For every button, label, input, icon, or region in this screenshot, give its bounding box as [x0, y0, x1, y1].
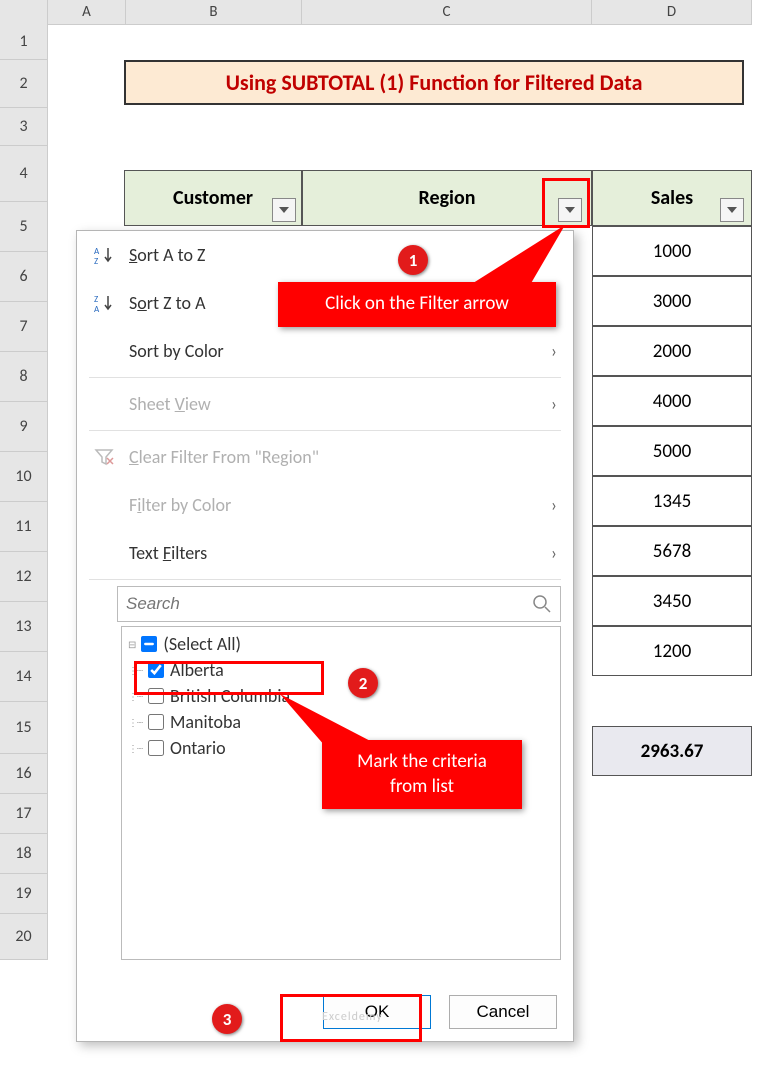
sort-az-label: Sort A to Z [129, 244, 557, 266]
clear-filter-label: Clear Filter From "Region" [129, 446, 557, 468]
text-filters-label: Text Filters [129, 542, 539, 564]
col-header-A[interactable]: A [48, 0, 126, 25]
row-header-6[interactable]: 6 [0, 252, 48, 302]
sheet-view-label: Sheet View [129, 393, 539, 415]
divider [89, 579, 561, 580]
filter-item-label: (Select All) [163, 633, 241, 655]
svg-text:Z: Z [94, 256, 98, 265]
filter-search[interactable] [117, 586, 561, 622]
sales-cell[interactable]: 1345 [592, 476, 752, 526]
select-all-corner[interactable] [0, 0, 48, 25]
row-header-16[interactable]: 16 [0, 754, 48, 794]
filter-item[interactable]: ⋮┈Alberta [128, 657, 554, 683]
row-header-14[interactable]: 14 [0, 652, 48, 702]
divider [89, 377, 561, 378]
filter-button-customer[interactable] [272, 198, 296, 222]
sort-z-to-a[interactable]: ZA Sort Z to A [77, 279, 573, 327]
filter-item-label: Manitoba [170, 711, 241, 733]
filter-dropdown-menu: AZ Sort A to Z ZA Sort Z to A Sort by Co… [76, 230, 574, 1042]
chevron-right-icon: › [551, 542, 557, 564]
chevron-right-icon: › [551, 494, 557, 516]
row-header-7[interactable]: 7 [0, 302, 48, 352]
header-region-label: Region [419, 186, 476, 210]
column-headers-row: A B C D [0, 0, 768, 24]
row-header-11[interactable]: 11 [0, 502, 48, 552]
filter-by-color-label: Filter by Color [129, 494, 539, 516]
row-header-20[interactable]: 20 [0, 914, 48, 960]
sales-cell[interactable]: 5000 [592, 426, 752, 476]
chevron-right-icon: › [551, 340, 557, 362]
filter-checkbox[interactable] [148, 714, 164, 730]
header-sales-label: Sales [651, 186, 693, 210]
header-customer-label: Customer [173, 186, 253, 210]
row-header-19[interactable]: 19 [0, 874, 48, 914]
divider [89, 430, 561, 431]
header-region: Region [302, 170, 592, 226]
filter-item-label: British Columbia [170, 685, 290, 707]
filter-item[interactable]: ⊟(Select All) [128, 631, 554, 657]
chevron-right-icon: › [551, 393, 557, 415]
filter-search-input[interactable] [126, 594, 532, 614]
filter-by-color: Filter by Color › [77, 481, 573, 529]
filter-checkbox[interactable] [141, 636, 157, 652]
sales-cell[interactable]: 5678 [592, 526, 752, 576]
text-filters[interactable]: Text Filters › [77, 529, 573, 577]
sales-cell[interactable]: 3000 [592, 276, 752, 326]
row-header-9[interactable]: 9 [0, 402, 48, 452]
sales-cell[interactable]: 3450 [592, 576, 752, 626]
sort-by-color[interactable]: Sort by Color › [77, 327, 573, 375]
row-header-17[interactable]: 17 [0, 794, 48, 834]
row-header-12[interactable]: 12 [0, 552, 48, 602]
filter-item[interactable]: ⋮┈Manitoba [128, 709, 554, 735]
sales-cell[interactable]: 1200 [592, 626, 752, 676]
sheet-view: Sheet View › [77, 380, 573, 428]
row-header-8[interactable]: 8 [0, 352, 48, 402]
sales-cell[interactable]: 2000 [592, 326, 752, 376]
col-header-B[interactable]: B [126, 0, 302, 25]
sort-za-label: Sort Z to A [129, 292, 557, 314]
clear-filter-icon [91, 448, 117, 466]
sales-cell[interactable]: 1000 [592, 226, 752, 276]
row-header-15[interactable]: 15 [0, 702, 48, 754]
col-header-C[interactable]: C [302, 0, 592, 25]
clear-filter: Clear Filter From "Region" [77, 433, 573, 481]
col-header-D[interactable]: D [592, 0, 752, 25]
filter-button-sales[interactable] [720, 198, 744, 222]
sort-za-icon: ZA [91, 293, 117, 313]
row-header-1[interactable]: 1 [0, 24, 48, 60]
row-header-4[interactable]: 4 [0, 146, 48, 202]
page-title: Using SUBTOTAL (1) Function for Filtered… [124, 60, 744, 105]
filter-item[interactable]: ⋮┈British Columbia [128, 683, 554, 709]
filter-item[interactable]: ⋮┈Ontario [128, 735, 554, 761]
dialog-buttons: OK Cancel [323, 995, 557, 1029]
cancel-button[interactable]: Cancel [449, 995, 557, 1029]
filter-button-region[interactable] [558, 198, 582, 222]
row-header-2[interactable]: 2 [0, 60, 48, 108]
sort-az-icon: AZ [91, 245, 117, 265]
row-headers: 1234567891011121314151617181920 [0, 24, 48, 960]
result-cell[interactable]: 2963.67 [592, 726, 752, 776]
svg-text:A: A [94, 304, 100, 313]
spreadsheet-area: A B C D 1234567891011121314151617181920 [0, 0, 768, 24]
row-header-5[interactable]: 5 [0, 202, 48, 252]
filter-value-list[interactable]: ⊟(Select All)⋮┈Alberta⋮┈British Columbia… [121, 626, 561, 960]
row-header-3[interactable]: 3 [0, 108, 48, 146]
filter-checkbox[interactable] [148, 688, 164, 704]
row-header-13[interactable]: 13 [0, 602, 48, 652]
sort-by-color-label: Sort by Color [129, 340, 539, 362]
sales-cell[interactable]: 4000 [592, 376, 752, 426]
row-header-18[interactable]: 18 [0, 834, 48, 874]
row-header-10[interactable]: 10 [0, 452, 48, 502]
filter-checkbox[interactable] [148, 662, 164, 678]
search-icon [532, 594, 552, 614]
ok-button[interactable]: OK [323, 995, 431, 1029]
filter-item-label: Alberta [170, 659, 224, 681]
sort-a-to-z[interactable]: AZ Sort A to Z [77, 231, 573, 279]
filter-item-label: Ontario [170, 737, 226, 759]
filter-checkbox[interactable] [148, 740, 164, 756]
